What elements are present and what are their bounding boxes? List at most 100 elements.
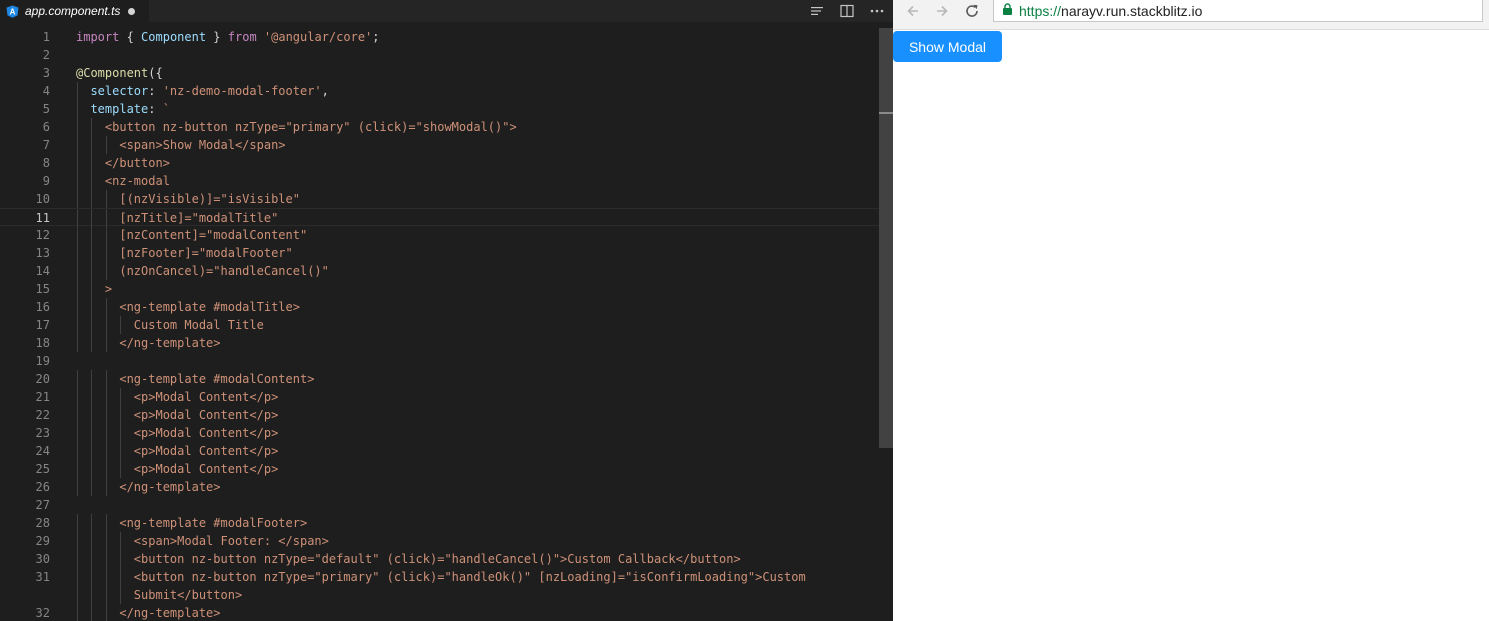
line-number: 28: [35, 516, 50, 530]
code-line[interactable]: 10 [(nzVisible)]="isVisible": [0, 190, 879, 208]
code-line[interactable]: 14 (nzOnCancel)="handleCancel()": [0, 262, 879, 280]
code-line[interactable]: 16 <ng-template #modalTitle>: [0, 298, 879, 316]
split-editor-icon[interactable]: [839, 3, 855, 19]
code-line[interactable]: 5 template: `: [0, 100, 879, 118]
code-line[interactable]: 21 <p>Modal Content</p>: [0, 388, 879, 406]
code-text[interactable]: <span>Show Modal</span>: [76, 136, 285, 154]
outline-icon[interactable]: [809, 3, 825, 19]
indent-guide: [77, 442, 78, 460]
indent-guide: [120, 532, 122, 550]
url-scheme: https://: [1019, 2, 1062, 19]
indent-guide: [77, 298, 78, 316]
code-line[interactable]: 28 <ng-template #modalFooter>: [0, 514, 879, 532]
code-line[interactable]: 12 [nzContent]="modalContent": [0, 226, 879, 244]
code-line[interactable]: 30 <button nz-button nzType="default" (c…: [0, 550, 879, 568]
address-bar[interactable]: https:// narayv.run.stackblitz.io: [993, 0, 1483, 22]
code-text[interactable]: </ng-template>: [76, 478, 220, 496]
code-text[interactable]: Submit</button>: [76, 586, 242, 604]
code-line[interactable]: 23 <p>Modal Content</p>: [0, 424, 879, 442]
code-text[interactable]: <button nz-button nzType="default" (clic…: [76, 550, 741, 568]
indent-guide: [120, 424, 122, 442]
code-line[interactable]: 25 <p>Modal Content</p>: [0, 460, 879, 478]
code-line[interactable]: Submit</button>: [0, 586, 879, 604]
code-line[interactable]: 13 [nzFooter]="modalFooter": [0, 244, 879, 262]
code-line[interactable]: 22 <p>Modal Content</p>: [0, 406, 879, 424]
code-line[interactable]: 20 <ng-template #modalContent>: [0, 370, 879, 388]
indent-guide: [91, 262, 93, 280]
code-line[interactable]: 24 <p>Modal Content</p>: [0, 442, 879, 460]
code-line[interactable]: 31 <button nz-button nzType="primary" (c…: [0, 568, 879, 586]
indent-guide: [77, 604, 78, 621]
code-text[interactable]: </button>: [76, 154, 170, 172]
code-text[interactable]: >: [76, 280, 112, 298]
code-text[interactable]: import { Component } from '@angular/core…: [76, 28, 380, 46]
indent-guide: [77, 118, 78, 136]
code-line[interactable]: 11 [nzTitle]="modalTitle": [0, 208, 879, 227]
code-text[interactable]: <button nz-button nzType="primary" (clic…: [76, 568, 806, 586]
unsaved-changes-dot[interactable]: [128, 7, 136, 15]
code-line[interactable]: 7 <span>Show Modal</span>: [0, 136, 879, 154]
indent-guide: [77, 334, 78, 352]
indent-guide: [120, 586, 122, 604]
code-line[interactable]: 2: [0, 46, 879, 64]
code-line[interactable]: 27: [0, 496, 879, 514]
code-line[interactable]: 17 Custom Modal Title: [0, 316, 879, 334]
code-text[interactable]: template: `: [76, 100, 169, 118]
indent-guide: [77, 370, 78, 388]
code-line[interactable]: 3 @Component({: [0, 64, 879, 82]
indent-guide: [77, 316, 78, 334]
code-line[interactable]: 4 selector: 'nz-demo-modal-footer',: [0, 82, 879, 100]
code-text[interactable]: [nzContent]="modalContent": [76, 226, 307, 244]
indent-guide: [77, 136, 78, 154]
code-text[interactable]: </ng-template>: [76, 604, 220, 621]
line-number: 4: [42, 84, 50, 98]
back-icon[interactable]: [902, 1, 924, 21]
code-text[interactable]: selector: 'nz-demo-modal-footer',: [76, 82, 328, 100]
code-line[interactable]: 6 <button nz-button nzType="primary" (cl…: [0, 118, 879, 136]
code-text[interactable]: </ng-template>: [76, 334, 220, 352]
show-modal-button[interactable]: Show Modal: [893, 31, 1002, 62]
code-text[interactable]: (nzOnCancel)="handleCancel()": [76, 262, 329, 280]
code-text[interactable]: @Component({: [76, 64, 163, 82]
indent-guide: [91, 550, 93, 568]
forward-icon[interactable]: [931, 1, 953, 21]
reload-icon[interactable]: [961, 1, 983, 21]
indent-guide: [91, 406, 93, 424]
code-line[interactable]: 9 <nz-modal: [0, 172, 879, 190]
code-line[interactable]: 15 >: [0, 280, 879, 298]
code-line[interactable]: 19: [0, 352, 879, 370]
indent-guide: [77, 514, 78, 532]
line-number: 2: [42, 48, 50, 62]
indent-guide: [77, 586, 78, 604]
editor-tabbar: A app.component.ts: [0, 0, 893, 22]
more-icon[interactable]: [869, 3, 885, 19]
code-line[interactable]: 1 import { Component } from '@angular/cor…: [0, 28, 879, 46]
indent-guide: [77, 100, 78, 118]
code-line[interactable]: 26 </ng-template>: [0, 478, 879, 496]
code-text[interactable]: Custom Modal Title: [76, 316, 264, 334]
code-text[interactable]: [(nzVisible)]="isVisible": [76, 190, 300, 208]
code-line[interactable]: 8 </button>: [0, 154, 879, 172]
line-number: 11: [35, 211, 50, 225]
indent-guide: [77, 190, 78, 208]
code-editor[interactable]: A app.component.ts 1 import { Component }…: [0, 0, 893, 621]
indent-guide: [77, 280, 78, 298]
code-line[interactable]: 32 </ng-template>: [0, 604, 879, 621]
code-text[interactable]: <span>Modal Footer: </span>: [76, 532, 329, 550]
code-text[interactable]: [nzFooter]="modalFooter": [76, 244, 292, 262]
code-text[interactable]: <ng-template #modalFooter>: [76, 514, 307, 532]
code-text[interactable]: <button nz-button nzType="primary" (clic…: [76, 118, 517, 136]
tab-app-component[interactable]: A app.component.ts: [0, 0, 150, 22]
code-line[interactable]: 29 <span>Modal Footer: </span>: [0, 532, 879, 550]
line-number: 32: [35, 606, 50, 620]
indent-guide: [91, 478, 93, 496]
code-line[interactable]: 18 </ng-template>: [0, 334, 879, 352]
code-text[interactable]: <ng-template #modalTitle>: [76, 298, 300, 316]
code-text[interactable]: <ng-template #modalContent>: [76, 370, 314, 388]
indent-guide: [105, 550, 107, 568]
code-text[interactable]: <nz-modal: [76, 172, 170, 190]
code-area[interactable]: 1 import { Component } from '@angular/cor…: [0, 28, 879, 621]
editor-scrollbar-thumb[interactable]: [879, 28, 893, 448]
indent-guide: [91, 388, 93, 406]
indent-guide: [77, 226, 78, 244]
